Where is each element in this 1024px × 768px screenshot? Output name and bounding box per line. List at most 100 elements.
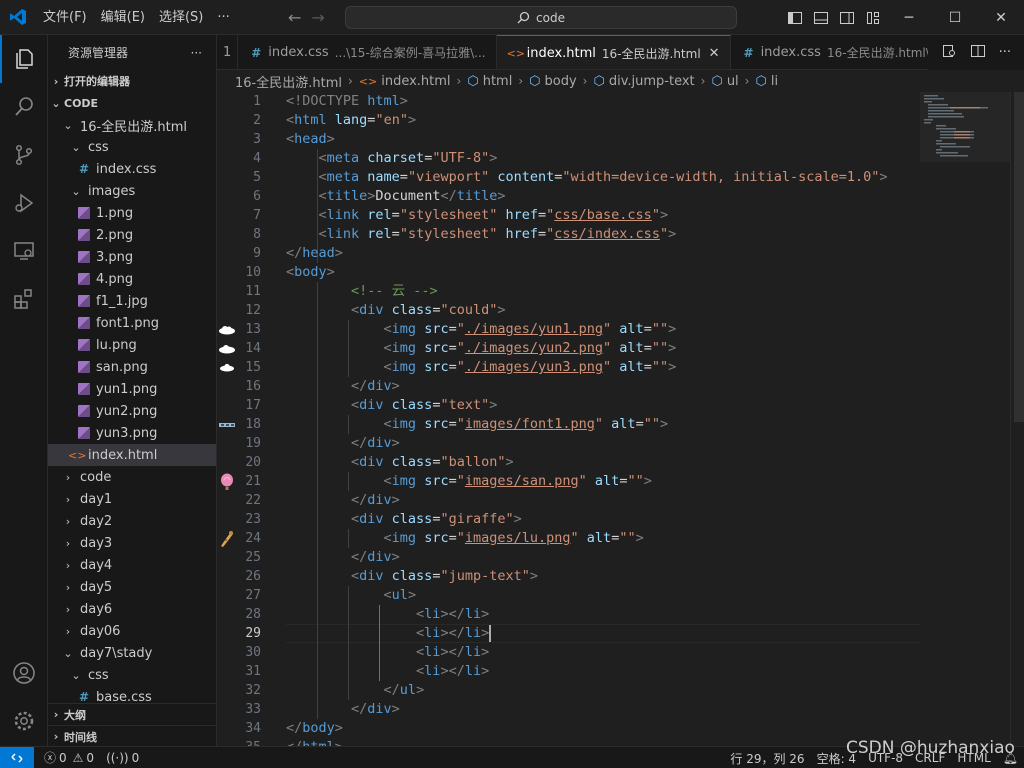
code-token: head xyxy=(302,245,335,261)
code-line: <link rel="stylesheet" href="css/base.cs… xyxy=(286,206,669,225)
toggle-panel-icon[interactable] xyxy=(812,9,830,27)
customize-layout-icon[interactable] xyxy=(864,9,882,27)
tree-item[interactable]: › day2 xyxy=(48,510,216,532)
code-token: "" xyxy=(651,340,669,356)
code-editor[interactable]: 1 <!DOCTYPE html> 2 <html lang="en"> 3 <head>… xyxy=(217,92,920,746)
search-activity-icon[interactable] xyxy=(0,83,48,131)
cursor-position[interactable]: 行 29，列 26 xyxy=(724,750,810,767)
tree-item[interactable]: # index.css xyxy=(48,158,216,180)
code-token: img xyxy=(391,530,417,546)
more-actions-icon[interactable]: ··· xyxy=(191,46,202,60)
tab-index-css-15[interactable]: # index.css ...\15-综合案例-喜马拉雅\... xyxy=(238,35,497,69)
close-tab-icon[interactable]: ✕ xyxy=(709,46,720,61)
tab-partial[interactable]: 1 xyxy=(217,35,239,69)
timeline-section[interactable]: › 时间线 xyxy=(48,725,216,746)
tree-item[interactable]: yun2.png xyxy=(48,400,216,422)
tree-item[interactable]: ⌄ day7\stady xyxy=(48,642,216,664)
breadcrumb-html[interactable]: html xyxy=(483,74,513,89)
menu-edit[interactable]: 编辑(E) xyxy=(94,0,152,35)
extensions-icon[interactable] xyxy=(0,275,48,323)
more-editor-actions-icon[interactable]: ··· xyxy=(999,45,1011,60)
tree-item-label: code xyxy=(80,469,112,485)
code-token: < xyxy=(286,321,392,337)
source-control-icon[interactable] xyxy=(0,131,48,179)
menu-selection[interactable]: 选择(S) xyxy=(152,0,210,35)
explorer-icon[interactable] xyxy=(0,35,48,83)
tree-item[interactable]: › day1 xyxy=(48,488,216,510)
remote-explorer-icon[interactable] xyxy=(0,227,48,275)
tree-item[interactable]: lu.png xyxy=(48,334,216,356)
breadcrumb-li[interactable]: li xyxy=(771,74,778,89)
tree-item-label: day2 xyxy=(80,513,113,529)
close-window-icon[interactable]: ✕ xyxy=(978,0,1024,35)
tree-item[interactable]: ⌄ css xyxy=(48,136,216,158)
maximize-icon[interactable]: ☐ xyxy=(932,0,978,35)
tree-item[interactable]: › day06 xyxy=(48,620,216,642)
ports-indicator[interactable]: ((·)) 0 xyxy=(100,751,145,765)
code-line: <meta charset="UTF-8"> xyxy=(286,149,498,168)
problems-indicator[interactable]: ⓧ 0 ⚠ 0 xyxy=(38,749,100,766)
breadcrumb-div[interactable]: div.jump-text xyxy=(609,74,695,89)
code-token: images/san.png xyxy=(464,473,579,489)
split-editor-icon[interactable] xyxy=(970,43,986,63)
toggle-secondary-sidebar-icon[interactable] xyxy=(838,9,856,27)
minimize-icon[interactable]: ─ xyxy=(886,0,932,35)
code-line: </html> xyxy=(286,738,343,746)
code-token: div xyxy=(359,454,384,470)
chevron-right-icon: › xyxy=(65,558,71,572)
tree-item[interactable]: font1.png xyxy=(48,312,216,334)
command-center-search[interactable]: code xyxy=(345,6,737,29)
tree-item[interactable]: f1_1.jpg xyxy=(48,290,216,312)
tree-item[interactable]: yun3.png xyxy=(48,422,216,444)
tree-item[interactable]: 2.png xyxy=(48,224,216,246)
tree-item[interactable]: › code xyxy=(48,466,216,488)
menu-file[interactable]: 文件(F) xyxy=(36,0,94,35)
tree-item[interactable]: ⌄ css xyxy=(48,664,216,686)
line-number: 2 xyxy=(253,113,261,128)
minimap[interactable] xyxy=(920,92,1010,162)
tree-item[interactable]: 1.png xyxy=(48,202,216,224)
run-debug-icon[interactable] xyxy=(0,179,48,227)
code-token: " xyxy=(456,340,465,356)
text-cursor xyxy=(489,624,492,642)
tab-index-html[interactable]: <> index.html 16-全民出游.html ✕ xyxy=(496,35,731,69)
breadcrumb-file[interactable]: index.html xyxy=(381,74,450,89)
breadcrumb-folder[interactable]: 16-全民出游.html xyxy=(235,72,342,91)
workspace-root[interactable]: ⌄ CODE xyxy=(48,92,216,114)
code-token: > xyxy=(668,359,677,375)
code-token: < xyxy=(286,644,425,660)
open-preview-icon[interactable] xyxy=(941,43,957,63)
line-number: 22 xyxy=(245,493,261,508)
tree-item[interactable]: 4.png xyxy=(48,268,216,290)
tab-index-css-16[interactable]: # index.css 16-全民出游.html\... xyxy=(731,35,953,69)
code-token: </ xyxy=(286,378,368,394)
code-token: img xyxy=(391,416,417,432)
tree-item[interactable]: 3.png xyxy=(48,246,216,268)
code-token: "could" xyxy=(440,302,498,318)
open-editors-section[interactable]: › 打开的编辑器 xyxy=(48,70,216,92)
tree-item[interactable]: › day3 xyxy=(48,532,216,554)
code-token: img xyxy=(391,473,417,489)
tree-item[interactable]: ⌄ 16-全民出游.html xyxy=(48,114,216,136)
menu-more[interactable]: ··· xyxy=(210,0,236,35)
breadcrumb-body[interactable]: body xyxy=(545,74,577,89)
code-token: " xyxy=(578,473,587,489)
tree-item[interactable]: ⌄ images xyxy=(48,180,216,202)
settings-gear-icon[interactable] xyxy=(0,697,48,745)
tree-item[interactable]: › day6 xyxy=(48,598,216,620)
breadcrumb-ul[interactable]: ul xyxy=(727,74,739,89)
tree-item[interactable]: › day5 xyxy=(48,576,216,598)
scrollbar-thumb[interactable] xyxy=(1014,92,1024,422)
vertical-scrollbar[interactable] xyxy=(1010,92,1024,746)
tree-item[interactable]: yun1.png xyxy=(48,378,216,400)
forward-arrow-icon[interactable]: → xyxy=(311,8,324,27)
remote-indicator-icon[interactable] xyxy=(0,746,34,768)
tree-item[interactable]: <> index.html xyxy=(48,444,216,466)
toggle-primary-sidebar-icon[interactable] xyxy=(786,9,804,27)
code-token: li xyxy=(424,663,441,679)
tree-item[interactable]: › day4 xyxy=(48,554,216,576)
account-icon[interactable] xyxy=(0,649,48,697)
tree-item[interactable]: san.png xyxy=(48,356,216,378)
outline-section[interactable]: › 大纲 xyxy=(48,703,216,725)
back-arrow-icon[interactable]: ← xyxy=(288,8,301,27)
